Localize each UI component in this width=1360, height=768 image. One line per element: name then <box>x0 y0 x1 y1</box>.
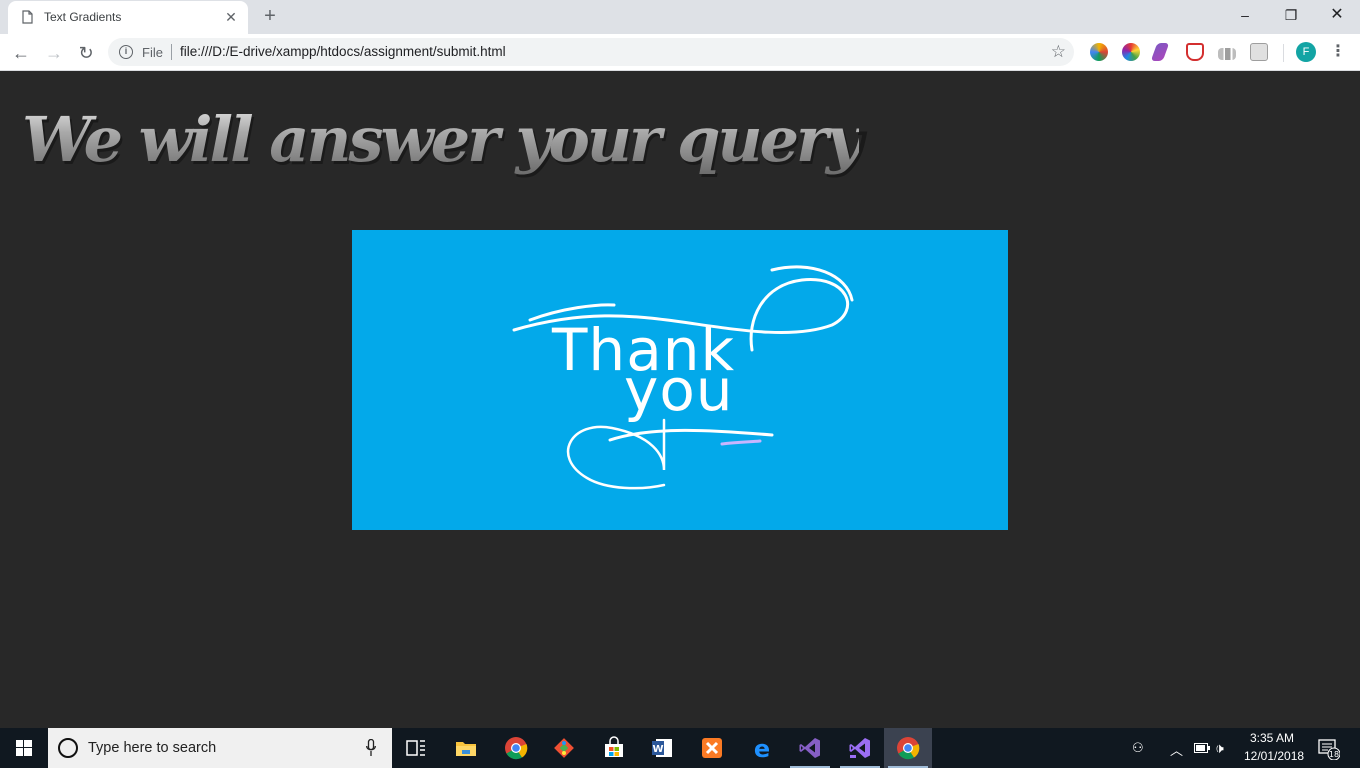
notification-icon: 18 <box>1318 739 1341 761</box>
reload-button[interactable]: ↻ <box>73 40 99 66</box>
store-button[interactable] <box>590 728 638 768</box>
page-content: We will answer your query We will answer… <box>0 71 1360 728</box>
git-button[interactable] <box>540 728 588 768</box>
clock-time[interactable]: 3:35 AM <box>1250 731 1294 745</box>
browser-titlebar: Text Gradients ✕ + – ❐ ✕ <box>0 0 1360 34</box>
shield-icon[interactable] <box>1186 43 1204 61</box>
start-button[interactable] <box>0 728 48 768</box>
document-icon <box>22 10 33 24</box>
menu-icon[interactable]: ⋮ <box>1330 40 1346 64</box>
browser-toolbar: ← → ↻ i File file:///D:/E-drive/xampp/ht… <box>0 34 1360 71</box>
xampp-button[interactable] <box>688 728 736 768</box>
people-icon[interactable]: ⚇ <box>1132 740 1144 756</box>
tab-title: Text Gradients <box>44 10 122 24</box>
word-icon: W <box>652 739 672 757</box>
address-bar[interactable]: i File file:///D:/E-drive/xampp/htdocs/a… <box>108 38 1074 66</box>
bookmark-star-icon[interactable]: ☆ <box>1051 42 1066 62</box>
color-picker-icon[interactable] <box>1122 43 1140 61</box>
microphone-icon[interactable] <box>366 739 376 757</box>
battery-icon[interactable] <box>1194 743 1210 753</box>
action-center-button[interactable]: 18 <box>1318 738 1341 761</box>
clock-date[interactable]: 12/01/2018 <box>1244 749 1304 763</box>
page-heading: We will answer your query <box>22 103 862 176</box>
url-text[interactable]: file:///D:/E-drive/xampp/htdocs/assignme… <box>180 44 506 59</box>
search-placeholder: Type here to search <box>88 740 217 756</box>
cube-icon[interactable] <box>1250 43 1268 61</box>
omnibox-divider <box>171 44 172 60</box>
file-explorer-icon <box>456 742 476 756</box>
back-button[interactable]: ← <box>8 40 34 66</box>
chrome-active-button[interactable] <box>884 728 932 768</box>
scheme-label: File <box>142 45 163 60</box>
chrome-button[interactable] <box>492 728 540 768</box>
feather-icon[interactable] <box>1150 43 1170 61</box>
visual-studio-icon <box>799 738 820 758</box>
info-icon[interactable]: i <box>119 45 133 59</box>
analytics-icon[interactable] <box>1218 48 1236 60</box>
thank-you-illustration: Thank you <box>512 265 854 490</box>
task-view-icon <box>406 740 425 756</box>
profile-avatar[interactable]: F <box>1296 42 1316 62</box>
chevron-up-icon[interactable]: ︿ <box>1170 740 1183 759</box>
thank-you-image: Thank you <box>352 230 1008 530</box>
edge-button[interactable]: e <box>738 728 786 768</box>
browser-tab[interactable]: Text Gradients ✕ <box>8 1 248 34</box>
svg-text:e: e <box>754 736 770 760</box>
git-icon <box>554 738 574 758</box>
windows-icon <box>16 740 32 756</box>
taskbar-search[interactable]: Type here to search <box>48 728 392 768</box>
file-explorer-button[interactable] <box>442 728 490 768</box>
task-view-button[interactable] <box>392 728 440 768</box>
close-window-button[interactable]: ✕ <box>1314 0 1360 30</box>
cortana-icon[interactable] <box>58 738 78 758</box>
colorzilla-icon[interactable] <box>1090 43 1108 61</box>
xampp-icon <box>702 738 722 758</box>
close-tab-icon[interactable]: ✕ <box>222 8 240 26</box>
word-button[interactable]: W <box>638 728 686 768</box>
new-tab-button[interactable]: + <box>258 5 282 29</box>
you-text: you <box>624 356 734 424</box>
toolbar-divider <box>1283 44 1284 62</box>
chrome-active-icon <box>897 737 920 760</box>
volume-icon[interactable]: 🕩 <box>1215 740 1224 757</box>
visual-studio-preview-icon <box>849 738 870 758</box>
restore-button[interactable]: ❐ <box>1268 0 1314 30</box>
taskbar: Type here to search W e ⚇ ︿ 🕩 3:35 AM 12… <box>0 728 1360 768</box>
visual-studio-preview-button[interactable] <box>836 728 884 768</box>
forward-button[interactable]: → <box>41 40 67 66</box>
visual-studio-button[interactable] <box>786 728 834 768</box>
chrome-icon <box>505 737 528 760</box>
edge-icon: e <box>754 736 770 760</box>
svg-text:W: W <box>652 744 663 755</box>
notification-count: 18 <box>1329 750 1339 759</box>
minimize-button[interactable]: – <box>1222 0 1268 30</box>
store-icon <box>605 736 623 757</box>
